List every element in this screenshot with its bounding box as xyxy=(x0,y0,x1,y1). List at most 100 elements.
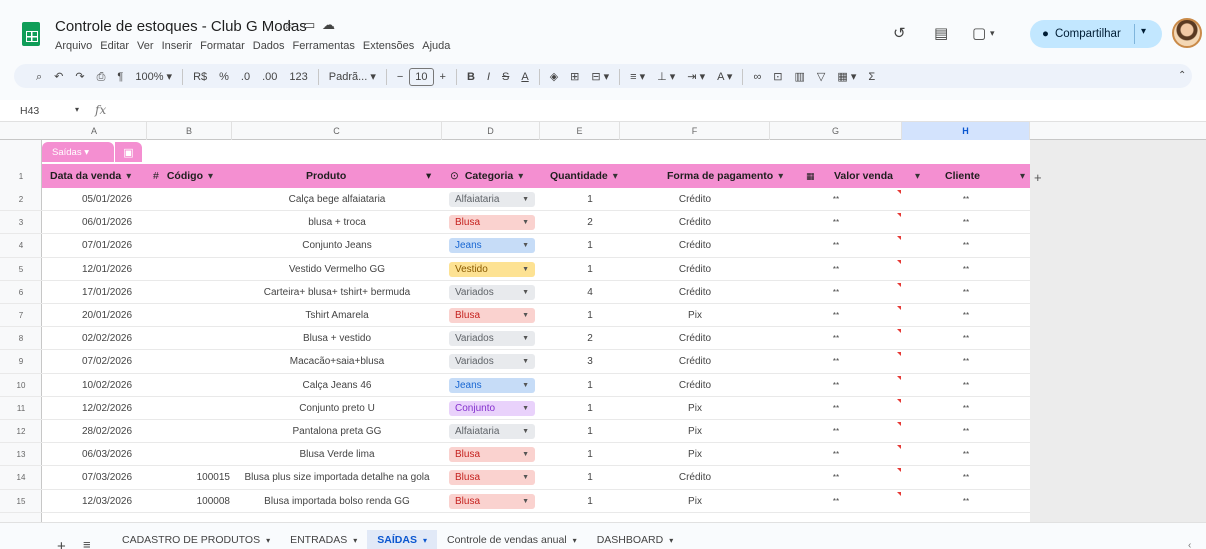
category-chip[interactable]: Jeans ▼ xyxy=(449,377,535,393)
comments-icon[interactable]: ▤ xyxy=(934,24,948,42)
add-sheet-icon[interactable]: + xyxy=(57,538,66,549)
header-value[interactable]: Valor venda ▾ xyxy=(834,164,920,188)
menu-ver[interactable]: Ver xyxy=(137,40,154,52)
value-cell[interactable]: ** xyxy=(770,420,902,443)
header-product[interactable]: Produto xyxy=(306,164,346,188)
share-button[interactable]: ● Compartilhar ▾ xyxy=(1030,20,1162,48)
chevron-down-icon[interactable]: ▼ xyxy=(522,447,529,462)
chevron-down-icon[interactable]: ▼ xyxy=(522,308,529,323)
column-header-a[interactable]: A xyxy=(42,122,147,140)
chevron-down-icon[interactable]: ▾ xyxy=(426,164,431,188)
chevron-down-icon[interactable]: ▾ xyxy=(518,171,523,182)
filter-views-icon[interactable]: ▦ ▾ xyxy=(831,69,862,85)
header-code[interactable]: # Código ▾ xyxy=(153,164,213,188)
quantity-cell[interactable]: 1 xyxy=(560,374,620,397)
chevron-down-icon[interactable]: ▼ xyxy=(522,238,529,253)
row-header[interactable]: 14 xyxy=(0,466,42,489)
quantity-cell[interactable]: 3 xyxy=(560,350,620,373)
menu-arquivo[interactable]: Arquivo xyxy=(55,40,92,52)
payment-cell[interactable]: Crédito xyxy=(620,466,770,489)
column-header-h[interactable]: H xyxy=(902,122,1030,140)
payment-cell[interactable]: Pix xyxy=(620,397,770,420)
payment-cell[interactable]: Crédito xyxy=(620,188,770,211)
client-cell[interactable]: ** xyxy=(902,466,1030,489)
table-options-icon[interactable]: ▣ xyxy=(114,142,142,162)
meet-icon[interactable]: ▢ xyxy=(972,24,986,42)
row-header[interactable]: 8 xyxy=(0,327,42,350)
insert-comment-icon[interactable]: ⊡ xyxy=(767,69,788,85)
quantity-cell[interactable]: 1 xyxy=(560,466,620,489)
category-chip[interactable]: Blusa ▼ xyxy=(449,447,535,463)
zoom-select[interactable]: 100% ▾ xyxy=(129,69,178,85)
code-cell[interactable] xyxy=(147,304,230,327)
category-chip[interactable]: Alfaiataria ▼ xyxy=(449,192,535,207)
print-icon[interactable]: ⎙ xyxy=(91,69,112,85)
client-cell[interactable]: ** xyxy=(902,443,1030,466)
code-cell[interactable] xyxy=(147,443,230,466)
column-header-c[interactable]: C xyxy=(232,122,442,140)
history-icon[interactable]: ↺ xyxy=(893,24,906,42)
font-select[interactable]: Padrã... ▾ xyxy=(323,69,382,85)
chevron-down-icon[interactable]: ▾ xyxy=(669,536,673,545)
category-chip[interactable]: Conjunto ▼ xyxy=(449,400,535,416)
product-cell[interactable]: Blusa Verde lima xyxy=(232,443,442,466)
increase-font-size-icon[interactable]: + xyxy=(434,69,452,85)
cloud-status-icon[interactable]: ☁ xyxy=(322,17,335,33)
product-cell[interactable]: Vestido Vermelho GG xyxy=(232,258,442,281)
value-cell[interactable]: ** xyxy=(770,234,902,257)
client-cell[interactable]: ** xyxy=(902,327,1030,350)
row-header[interactable]: 2 xyxy=(0,188,42,211)
column-header-d[interactable]: D xyxy=(442,122,540,140)
row-header[interactable]: 4 xyxy=(0,234,42,257)
payment-cell[interactable]: Crédito xyxy=(620,374,770,397)
sheet-tab[interactable]: SAÍDAS ▾ xyxy=(367,530,437,549)
chevron-down-icon[interactable]: ▾ xyxy=(573,536,577,545)
value-cell[interactable]: ** xyxy=(770,350,902,373)
product-cell[interactable]: blusa + troca xyxy=(232,211,442,234)
product-cell[interactable]: Conjunto Jeans xyxy=(232,234,442,257)
move-folder-icon[interactable]: ▭ xyxy=(303,17,315,33)
quantity-cell[interactable]: 2 xyxy=(560,211,620,234)
redo-icon[interactable]: ↷ xyxy=(69,69,90,85)
menu-ajuda[interactable]: Ajuda xyxy=(422,40,450,52)
client-cell[interactable]: ** xyxy=(902,188,1030,211)
client-cell[interactable]: ** xyxy=(902,258,1030,281)
quantity-cell[interactable]: 2 xyxy=(560,327,620,350)
code-cell[interactable] xyxy=(147,258,230,281)
client-cell[interactable]: ** xyxy=(902,397,1030,420)
chevron-down-icon[interactable]: ▼ xyxy=(522,401,529,416)
value-cell[interactable]: ** xyxy=(770,443,902,466)
quantity-cell[interactable]: 1 xyxy=(560,490,620,513)
functions-icon[interactable]: Σ xyxy=(862,69,881,85)
value-cell[interactable]: ** xyxy=(770,466,902,489)
strikethrough-button[interactable]: S xyxy=(496,69,515,85)
category-chip[interactable]: Jeans ▼ xyxy=(449,238,535,254)
client-cell[interactable]: ** xyxy=(902,304,1030,327)
payment-cell[interactable]: Crédito xyxy=(620,211,770,234)
merge-cells-icon[interactable]: ⊟ ▾ xyxy=(585,69,615,85)
code-cell[interactable] xyxy=(147,188,230,211)
row-header[interactable]: 6 xyxy=(0,281,42,304)
chevron-down-icon[interactable]: ▼ xyxy=(522,285,529,300)
sheet-tab[interactable]: Controle de vendas anual ▾ xyxy=(437,530,587,549)
chevron-down-icon[interactable]: ▼ xyxy=(522,494,529,509)
category-chip[interactable]: Variados ▼ xyxy=(449,331,535,347)
bold-button[interactable]: B xyxy=(461,69,481,85)
all-sheets-icon[interactable]: ≡ xyxy=(83,537,91,549)
value-cell[interactable]: ** xyxy=(770,304,902,327)
quantity-cell[interactable]: 1 xyxy=(560,188,620,211)
client-cell[interactable]: ** xyxy=(902,420,1030,443)
column-header-g[interactable]: G xyxy=(770,122,902,140)
currency-format-button[interactable]: R$ xyxy=(187,69,213,85)
font-size-input[interactable]: 10 xyxy=(409,68,434,86)
category-chip[interactable]: Vestido ▼ xyxy=(449,261,535,277)
increase-decimal-button[interactable]: .00 xyxy=(256,69,283,85)
payment-cell[interactable]: Pix xyxy=(620,304,770,327)
product-cell[interactable]: Blusa importada bolso renda GG xyxy=(232,490,442,513)
header-payment[interactable]: Forma de pagamento ▾ xyxy=(667,164,783,188)
chevron-down-icon[interactable]: ▾ xyxy=(1020,171,1025,182)
insert-chart-icon[interactable]: ▥ xyxy=(789,69,811,85)
payment-cell[interactable]: Crédito xyxy=(620,327,770,350)
value-cell[interactable]: ** xyxy=(770,327,902,350)
document-title[interactable]: Controle de estoques - Club G Modas xyxy=(55,18,307,35)
